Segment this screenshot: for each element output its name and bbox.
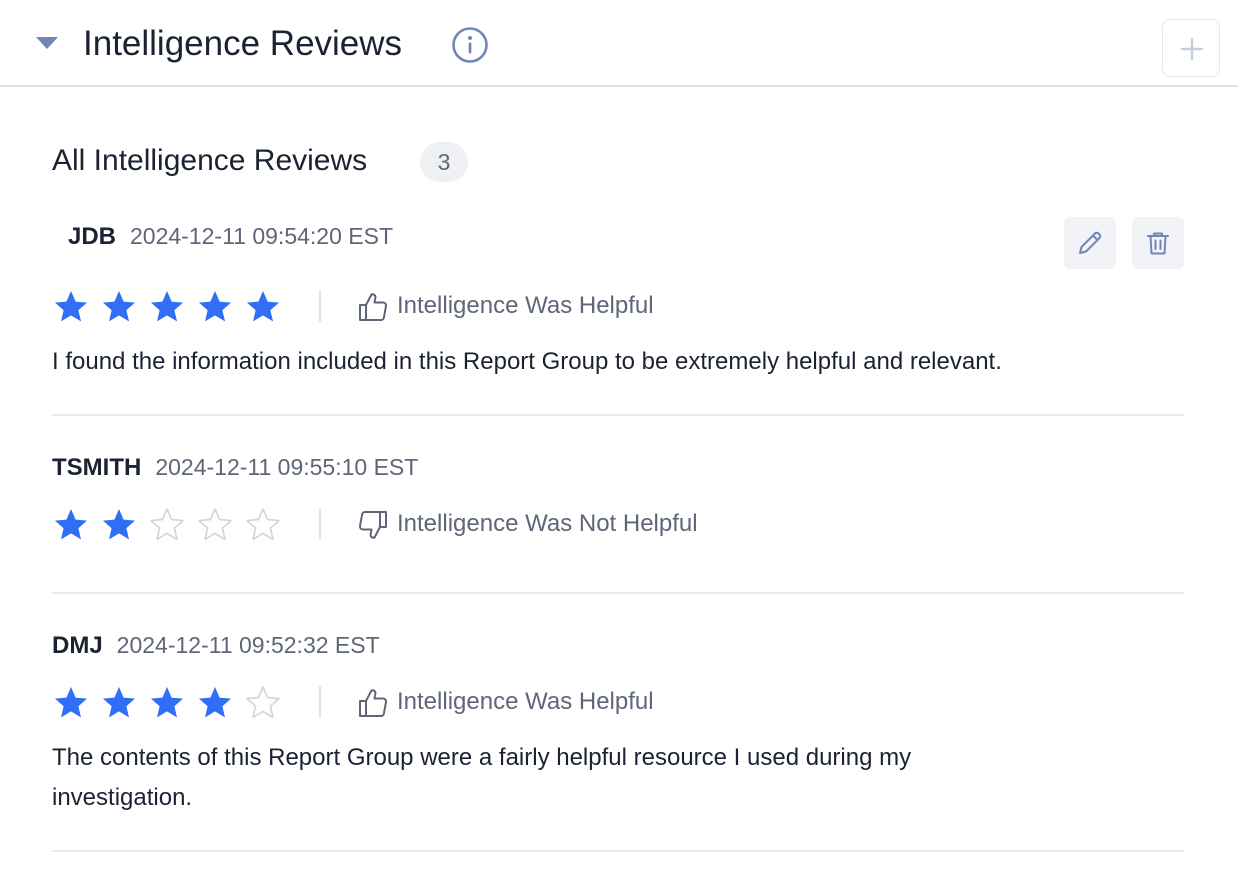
review-comment: The contents of this Report Group were a… xyxy=(52,738,1184,818)
review-item: JDB 2024-12-11 09:54:20 EST Intelligence … xyxy=(52,217,1184,399)
delete-review-button[interactable] xyxy=(1132,217,1184,269)
add-review-button[interactable] xyxy=(1162,19,1220,77)
review-count-badge: 3 xyxy=(420,142,468,182)
star-filled-icon xyxy=(151,291,183,322)
trash-icon xyxy=(1147,232,1169,255)
reviews-list-title: All Intelligence Reviews xyxy=(52,144,368,177)
pencil-icon xyxy=(1079,231,1102,254)
review-header: TSMITH 2024-12-11 09:55:10 EST xyxy=(52,450,418,484)
review-item: DMJ 2024-12-11 09:52:32 EST Intelligence … xyxy=(52,628,1184,828)
rating-divider xyxy=(319,290,321,322)
review-timestamp: 2024-12-11 09:54:20 EST xyxy=(130,223,393,249)
star-empty-icon xyxy=(246,686,280,719)
review-comment: I found the information included in this… xyxy=(52,342,1184,382)
star-filled-icon xyxy=(199,687,231,718)
rating-divider xyxy=(319,508,321,540)
section-title: Intelligence Reviews xyxy=(83,24,403,63)
star-empty-icon xyxy=(150,508,184,541)
review-separator xyxy=(52,850,1184,852)
review-comment-line: investigation. xyxy=(52,784,193,811)
info-icon[interactable] xyxy=(451,26,489,64)
caret-down-icon[interactable] xyxy=(34,36,60,50)
review-header: JDB 2024-12-11 09:54:20 EST xyxy=(68,219,393,253)
thumbs-up-icon xyxy=(359,689,387,717)
star-empty-icon xyxy=(246,508,280,541)
review-timestamp: 2024-12-11 09:55:10 EST xyxy=(155,454,419,480)
thumbs-down-icon xyxy=(359,511,387,539)
review-separator xyxy=(52,592,1184,594)
review-item: TSMITH 2024-12-11 09:55:10 EST Intelligen… xyxy=(52,450,1184,570)
star-filled-icon xyxy=(103,509,135,540)
star-filled-icon xyxy=(55,291,87,322)
helpfulness-label: Intelligence Was Not Helpful xyxy=(397,510,698,537)
review-author: JDB xyxy=(68,223,117,250)
star-empty-icon xyxy=(198,508,232,541)
star-filled-icon xyxy=(247,291,279,322)
review-author: TSMITH xyxy=(52,454,142,481)
helpfulness-label: Intelligence Was Helpful xyxy=(397,292,654,319)
star-filled-icon xyxy=(103,687,135,718)
plus-icon xyxy=(1180,37,1204,61)
review-header: DMJ 2024-12-11 09:52:32 EST xyxy=(52,628,380,662)
review-comment-line: The contents of this Report Group were a… xyxy=(52,744,912,771)
review-comment-line: I found the information included in this… xyxy=(52,348,1002,375)
star-filled-icon xyxy=(55,687,87,718)
star-filled-icon xyxy=(151,687,183,718)
thumbs-up-icon xyxy=(359,293,387,321)
rating-divider xyxy=(319,686,321,718)
helpfulness-label: Intelligence Was Helpful xyxy=(397,688,654,715)
star-filled-icon xyxy=(55,509,87,540)
edit-review-button[interactable] xyxy=(1064,217,1116,269)
review-separator xyxy=(52,414,1184,416)
section-header: Intelligence Reviews xyxy=(0,0,1238,87)
star-filled-icon xyxy=(103,291,135,322)
review-author: DMJ xyxy=(52,632,103,659)
star-filled-icon xyxy=(199,291,231,322)
review-timestamp: 2024-12-11 09:52:32 EST xyxy=(116,632,380,658)
